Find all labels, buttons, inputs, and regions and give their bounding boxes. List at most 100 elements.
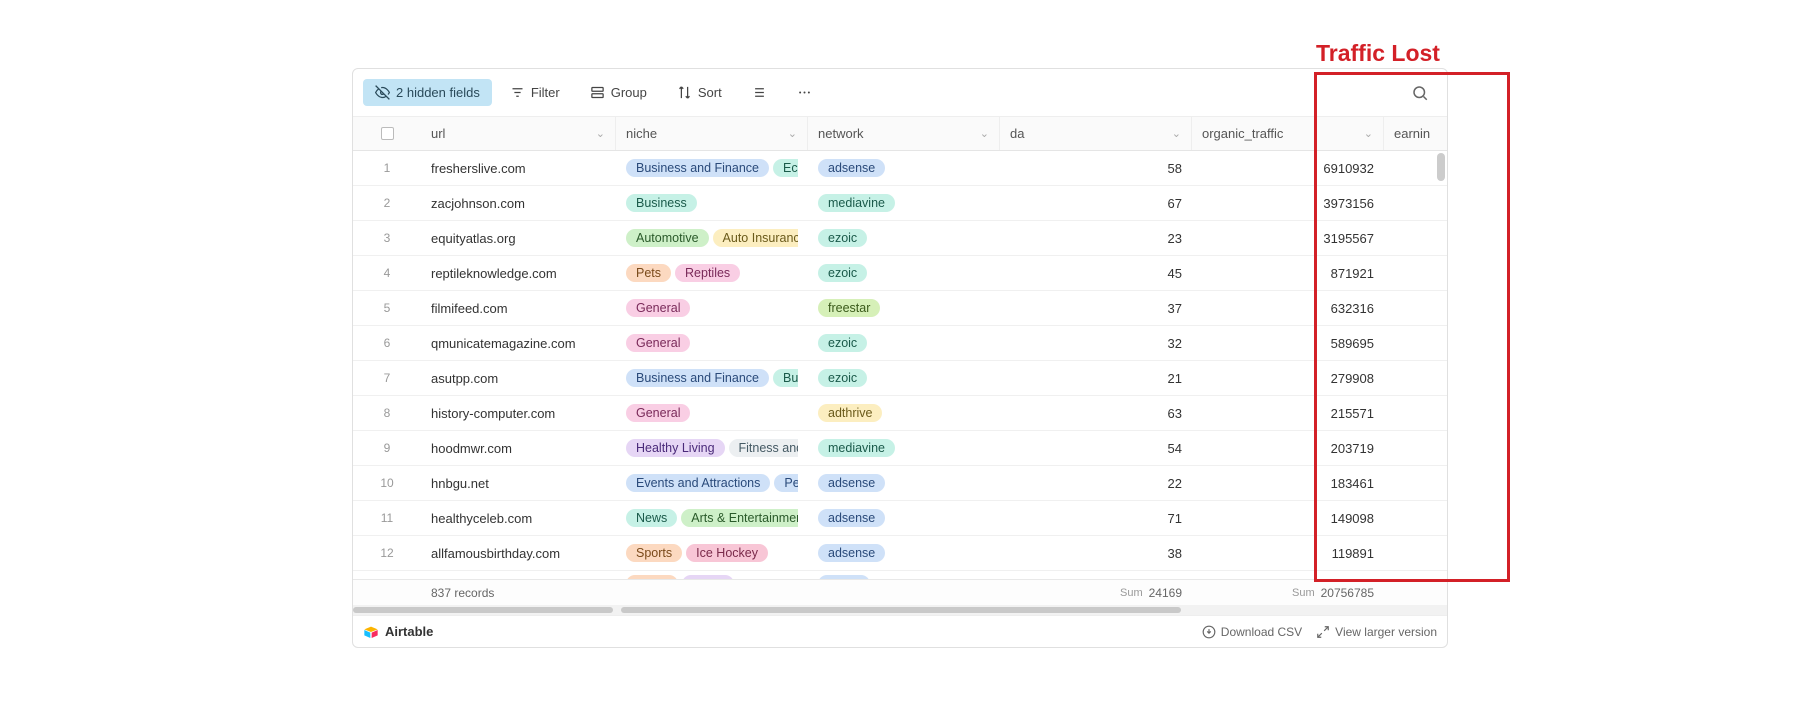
cell-organic-traffic[interactable]: 279908 xyxy=(1192,361,1384,395)
scroll-thumb[interactable] xyxy=(353,607,613,613)
cell-da[interactable]: 21 xyxy=(1000,361,1192,395)
cell-niche[interactable]: Events and AttractionsPer xyxy=(616,466,808,500)
cell-da[interactable]: 38 xyxy=(1000,536,1192,570)
table-row[interactable]: 11healthyceleb.comNewsArts & Entertainme… xyxy=(353,501,1447,536)
cell-da[interactable]: 54 xyxy=(1000,431,1192,465)
cell-earning[interactable] xyxy=(1384,361,1439,395)
cell-niche[interactable]: General xyxy=(616,326,808,360)
table-row[interactable]: 10hnbgu.netEvents and AttractionsPeradse… xyxy=(353,466,1447,501)
cell-earning[interactable] xyxy=(1384,466,1439,500)
view-larger-button[interactable]: View larger version xyxy=(1316,625,1437,639)
table-row[interactable]: 9hoodmwr.comHealthy LivingFitness andmed… xyxy=(353,431,1447,466)
cell-organic-traffic[interactable]: 3195567 xyxy=(1192,221,1384,255)
scroll-thumb[interactable] xyxy=(621,607,1181,613)
column-header-da[interactable]: da ⌄ xyxy=(1000,117,1192,150)
cell-network[interactable]: freestar xyxy=(808,291,1000,325)
cell-url[interactable]: filmifeed.com xyxy=(421,291,616,325)
table-row[interactable]: 12allfamousbirthday.comSportsIce Hockeya… xyxy=(353,536,1447,571)
table-row[interactable]: 8history-computer.comGeneraladthrive6321… xyxy=(353,396,1447,431)
cell-organic-traffic[interactable]: 203719 xyxy=(1192,431,1384,465)
cell-earning[interactable] xyxy=(1384,501,1439,535)
group-button[interactable]: Group xyxy=(578,79,659,106)
cell-network[interactable]: mediavine xyxy=(808,431,1000,465)
cell-url[interactable]: reptileknowledge.com xyxy=(421,256,616,290)
select-all-cell[interactable] xyxy=(353,117,421,150)
cell-url[interactable]: history-computer.com xyxy=(421,396,616,430)
cell-organic-traffic[interactable]: 632316 xyxy=(1192,291,1384,325)
more-button[interactable] xyxy=(785,79,824,106)
table-row[interactable]: 1fresherslive.comBusiness and FinanceEco… xyxy=(353,151,1447,186)
cell-earning[interactable] xyxy=(1384,536,1439,570)
cell-organic-traffic[interactable]: 183461 xyxy=(1192,466,1384,500)
cell-earning[interactable] xyxy=(1384,221,1439,255)
table-row[interactable]: 7asutpp.comBusiness and FinanceBusiezoic… xyxy=(353,361,1447,396)
filter-button[interactable]: Filter xyxy=(498,79,572,106)
hidden-fields-button[interactable]: 2 hidden fields xyxy=(363,79,492,106)
cell-niche[interactable]: Business and FinanceBusi xyxy=(616,361,808,395)
cell-niche[interactable]: PetsReptiles xyxy=(616,256,808,290)
search-icon[interactable] xyxy=(1411,84,1429,102)
cell-da[interactable]: 63 xyxy=(1000,396,1192,430)
cell-da[interactable]: 37 xyxy=(1000,291,1192,325)
cell-da[interactable]: 58 xyxy=(1000,151,1192,185)
table-row[interactable]: 3equityatlas.orgAutomotiveAuto Insurance… xyxy=(353,221,1447,256)
cell-url[interactable]: hoodmwr.com xyxy=(421,431,616,465)
cell-da[interactable]: 22 xyxy=(1000,466,1192,500)
vertical-scroll-thumb[interactable] xyxy=(1437,153,1445,181)
cell-niche[interactable]: SportsIce Hockey xyxy=(616,536,808,570)
column-header-earning[interactable]: earnin xyxy=(1384,117,1439,150)
cell-url[interactable]: fresherslive.com xyxy=(421,151,616,185)
column-header-url[interactable]: url ⌄ xyxy=(421,117,616,150)
column-header-niche[interactable]: niche ⌄ xyxy=(616,117,808,150)
cell-niche[interactable]: AutomotiveAuto Insuranc xyxy=(616,221,808,255)
cell-earning[interactable] xyxy=(1384,291,1439,325)
cell-earning[interactable] xyxy=(1384,431,1439,465)
cell-network[interactable]: ezoic xyxy=(808,256,1000,290)
column-header-organic-traffic[interactable]: organic_traffic ⌄ xyxy=(1192,117,1384,150)
cell-niche[interactable]: NewsArts & Entertainmen xyxy=(616,501,808,535)
cell-earning[interactable] xyxy=(1384,151,1439,185)
cell-organic-traffic[interactable]: 871921 xyxy=(1192,256,1384,290)
cell-url[interactable]: healthyceleb.com xyxy=(421,501,616,535)
cell-url[interactable]: asutpp.com xyxy=(421,361,616,395)
cell-earning[interactable] xyxy=(1384,396,1439,430)
cell-network[interactable]: adsense xyxy=(808,466,1000,500)
cell-organic-traffic[interactable]: 6910932 xyxy=(1192,151,1384,185)
cell-organic-traffic[interactable]: 3973156 xyxy=(1192,186,1384,220)
cell-network[interactable]: adsense xyxy=(808,536,1000,570)
airtable-brand[interactable]: Airtable xyxy=(363,624,433,640)
cell-da[interactable]: 23 xyxy=(1000,221,1192,255)
select-all-checkbox[interactable] xyxy=(381,127,394,140)
cell-organic-traffic[interactable]: 149098 xyxy=(1192,501,1384,535)
cell-da[interactable]: 45 xyxy=(1000,256,1192,290)
cell-da[interactable]: 71 xyxy=(1000,501,1192,535)
cell-niche[interactable]: General xyxy=(616,396,808,430)
cell-da[interactable]: 32 xyxy=(1000,326,1192,360)
sort-button[interactable]: Sort xyxy=(665,79,734,106)
cell-network[interactable]: ezoic xyxy=(808,361,1000,395)
cell-url[interactable]: allfamousbirthday.com xyxy=(421,536,616,570)
cell-url[interactable]: qmunicatemagazine.com xyxy=(421,326,616,360)
cell-earning[interactable] xyxy=(1384,256,1439,290)
table-row[interactable]: 6qmunicatemagazine.comGeneralezoic325896… xyxy=(353,326,1447,361)
cell-url[interactable]: hnbgu.net xyxy=(421,466,616,500)
cell-network[interactable]: adthrive xyxy=(808,396,1000,430)
cell-niche[interactable]: Business and FinanceEcon xyxy=(616,151,808,185)
cell-niche[interactable]: Healthy LivingFitness and xyxy=(616,431,808,465)
cell-earning[interactable] xyxy=(1384,186,1439,220)
cell-organic-traffic[interactable]: 215571 xyxy=(1192,396,1384,430)
table-row[interactable]: 5filmifeed.comGeneralfreestar37632316 xyxy=(353,291,1447,326)
row-height-button[interactable] xyxy=(740,79,779,106)
table-row[interactable]: 4reptileknowledge.comPetsReptilesezoic45… xyxy=(353,256,1447,291)
cell-network[interactable]: ezoic xyxy=(808,221,1000,255)
download-csv-button[interactable]: Download CSV xyxy=(1202,625,1302,639)
cell-niche[interactable]: Business xyxy=(616,186,808,220)
cell-organic-traffic[interactable]: 589695 xyxy=(1192,326,1384,360)
cell-da[interactable]: 67 xyxy=(1000,186,1192,220)
horizontal-scrollbar[interactable] xyxy=(353,605,1447,615)
table-row[interactable]: 2zacjohnson.comBusinessmediavine67397315… xyxy=(353,186,1447,221)
column-header-network[interactable]: network ⌄ xyxy=(808,117,1000,150)
cell-organic-traffic[interactable]: 119891 xyxy=(1192,536,1384,570)
cell-network[interactable]: mediavine xyxy=(808,186,1000,220)
cell-url[interactable]: equityatlas.org xyxy=(421,221,616,255)
